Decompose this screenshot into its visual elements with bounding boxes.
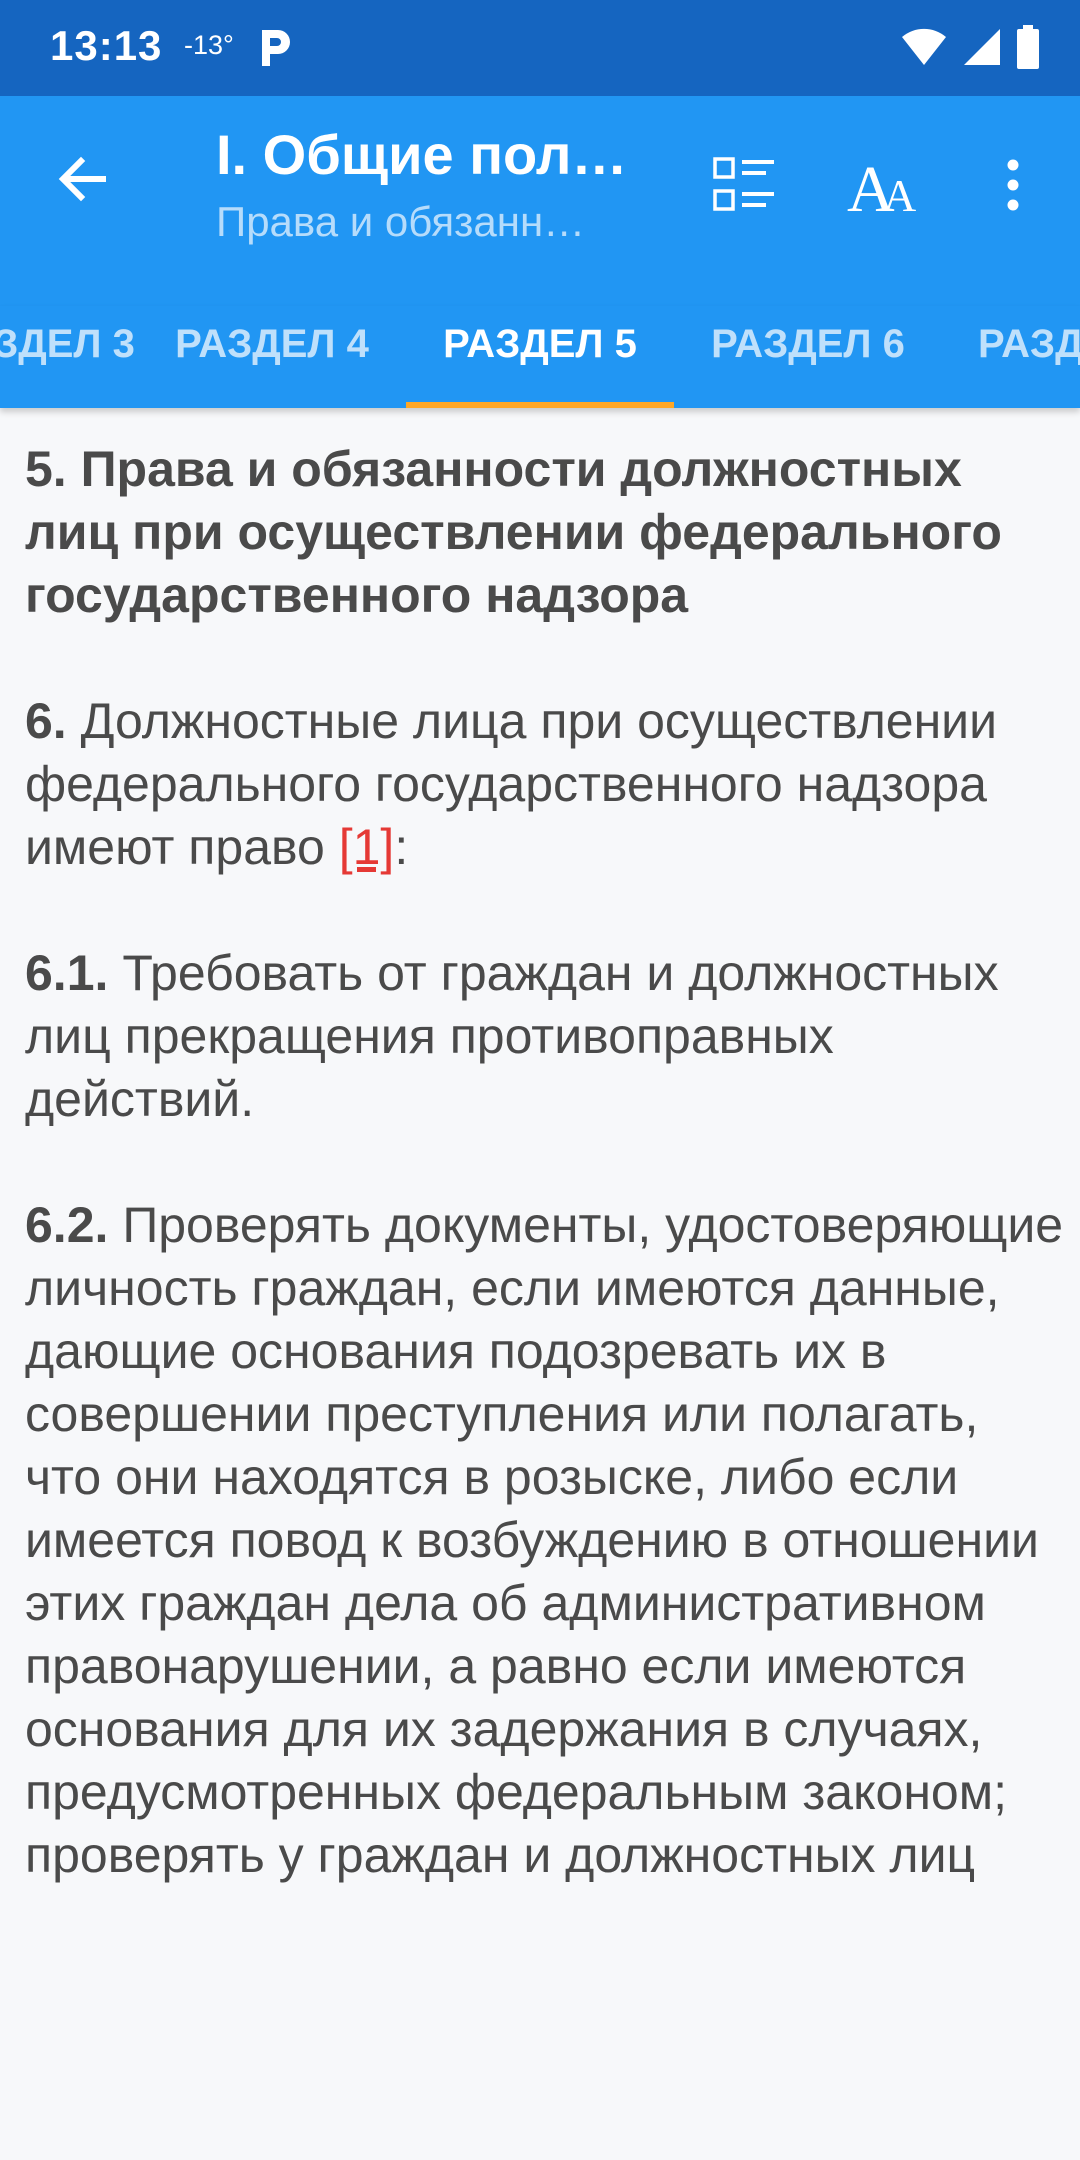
toolbar-title: I. Общие пол… (216, 123, 628, 186)
paragraph-text: Проверять документы, удостоверяющие личн… (25, 1197, 1064, 1883)
p-icon (262, 30, 290, 66)
paragraph-text: Требовать от граждан и должностных лиц п… (25, 945, 999, 1127)
section-tabs: РАЗДЕЛ 3 РАЗДЕЛ 4 РАЗДЕЛ 5 РАЗДЕЛ 6 РАЗД… (0, 306, 1080, 408)
paragraph-6-1: 6.1. Требовать от граждан и должностных … (25, 942, 1065, 1131)
tab-section-5[interactable]: РАЗДЕЛ 5 (406, 306, 674, 408)
wifi-icon (902, 28, 946, 65)
status-time: 13:13 (50, 22, 163, 69)
back-arrow-icon (58, 156, 106, 202)
tab-section-6[interactable]: РАЗДЕЛ 6 (700, 306, 916, 408)
list-icon (713, 157, 774, 211)
paragraph-number: 6.2. (25, 1197, 109, 1253)
toolbar-subtitle: Права и обязанн… (216, 198, 586, 245)
status-bar: 13:13 -13° (0, 0, 1080, 96)
contents-button[interactable] (700, 140, 790, 230)
document-content: 5. Права и обязанности должностных лиц п… (25, 438, 1065, 1950)
text-size-icon: A A (847, 153, 916, 217)
text-size-button[interactable]: A A (842, 140, 932, 230)
paragraph-number: 6. (25, 693, 67, 749)
section-heading: 5. Права и обязанности должностных лиц п… (25, 441, 1002, 623)
app-toolbar: I. Общие пол… Права и обязанн… A A (0, 96, 1080, 306)
tab-section-4[interactable]: РАЗДЕЛ 4 (168, 306, 376, 408)
paragraph-6: 6. Должностные лица при осуществлении фе… (25, 690, 1065, 879)
svg-text:A: A (883, 170, 916, 217)
paragraph-tail: : (394, 819, 409, 875)
more-vert-icon (1007, 159, 1019, 211)
tab-section-3[interactable]: РАЗДЕЛ 3 (0, 306, 138, 408)
back-button[interactable] (40, 136, 126, 222)
battery-icon (1017, 25, 1039, 69)
paragraph-text: Должностные лица при осуществлении федер… (25, 693, 998, 875)
tab-section-7[interactable]: РАЗДЕЛ 7 (978, 306, 1080, 408)
paragraph-6-2: 6.2. Проверять документы, удостоверяющие… (25, 1194, 1065, 1887)
more-options-button[interactable] (970, 140, 1056, 230)
footnote-link[interactable]: [1] (339, 819, 395, 875)
paragraph-number: 6.1. (25, 945, 109, 1001)
status-icons (900, 22, 1040, 72)
active-tab-indicator (406, 402, 674, 408)
signal-icon (964, 29, 1000, 65)
status-temperature: -13° (184, 30, 234, 60)
